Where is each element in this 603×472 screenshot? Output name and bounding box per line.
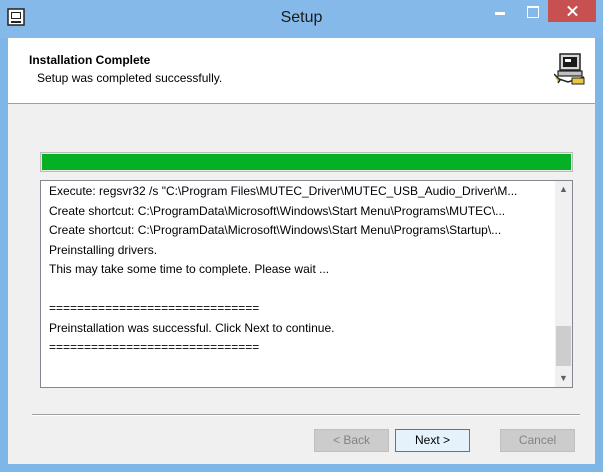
log-line: Preinstalling drivers. — [49, 242, 158, 257]
computer-install-icon — [554, 53, 585, 85]
log-line: ============================== — [49, 301, 260, 315]
scroll-thumb[interactable] — [556, 326, 571, 366]
maximize-button[interactable] — [519, 0, 545, 22]
header-subtitle: Setup was completed successfully. — [37, 71, 223, 85]
log-line: Create shortcut: C:\ProgramData\Microsof… — [49, 223, 502, 237]
log-line: Create shortcut: C:\ProgramData\Microsof… — [49, 203, 506, 218]
next-button[interactable]: Next > — [395, 429, 470, 452]
log-line: This may take some time to complete. Ple… — [49, 262, 330, 276]
wizard-body: Installation Complete Setup was complete… — [8, 38, 595, 464]
back-button[interactable]: < Back — [314, 429, 389, 452]
log-lines: Execute: regsvr32 /s "C:\Program Files\M… — [49, 182, 549, 358]
header-title: Installation Complete — [29, 53, 151, 67]
progress-bar — [40, 152, 573, 172]
title-bar[interactable]: Setup — [0, 0, 603, 38]
progress-fill — [42, 154, 571, 170]
log-line: Preinstallation was successful. Click Ne… — [49, 320, 335, 335]
divider — [32, 414, 580, 416]
log-line: ============================== — [49, 340, 260, 354]
install-log-list[interactable]: Execute: regsvr32 /s "C:\Program Files\M… — [40, 180, 573, 388]
wizard-header: Installation Complete Setup was complete… — [8, 38, 595, 104]
scroll-down-arrow-icon[interactable]: ▼ — [555, 370, 572, 387]
scroll-up-arrow-icon[interactable]: ▲ — [555, 181, 572, 198]
minimize-button[interactable] — [487, 0, 513, 22]
setup-window: Setup Installation Complete Setup was co… — [0, 0, 603, 472]
cancel-button[interactable]: Cancel — [500, 429, 575, 452]
close-button[interactable] — [548, 0, 596, 22]
log-line: Execute: regsvr32 /s "C:\Program Files\M… — [49, 184, 518, 198]
log-scrollbar[interactable]: ▲ ▼ — [555, 181, 572, 387]
